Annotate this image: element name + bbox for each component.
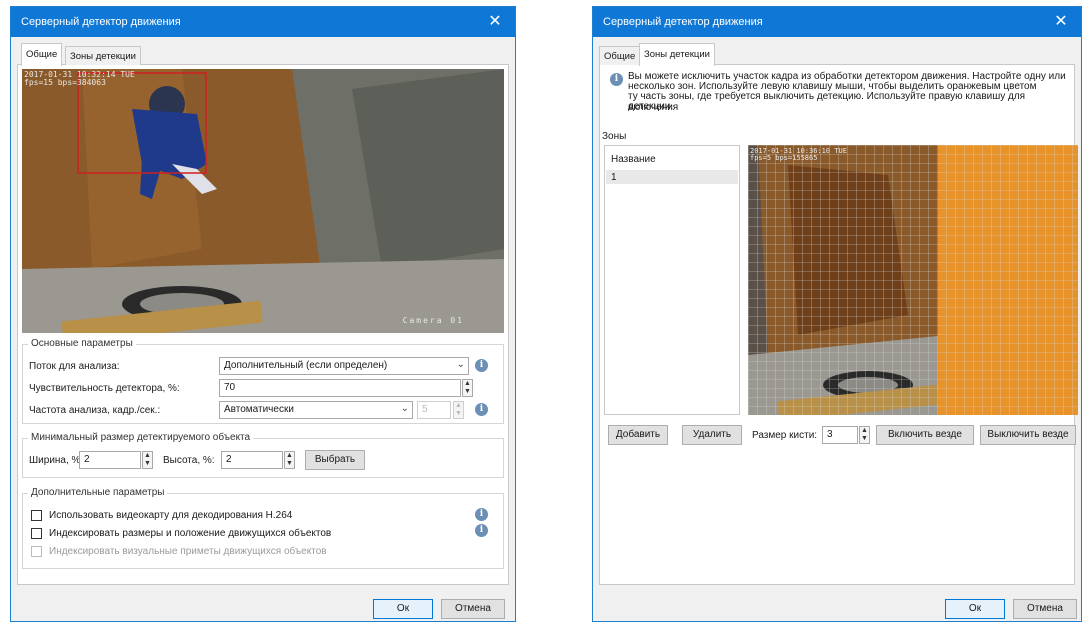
zone-editor-image[interactable]: 2017-01-31 10:36:10 TUE fps=5 bps=155865 xyxy=(748,145,1078,415)
add-zone-button[interactable]: Добавить xyxy=(608,425,668,445)
basic-params-group: Основные параметры Поток для анализа: До… xyxy=(22,338,504,424)
gpu-decode-checkbox[interactable] xyxy=(31,510,42,521)
zones-list[interactable]: Название 1 xyxy=(604,145,740,415)
stream-select[interactable]: Дополнительный (если определен) ⌄ xyxy=(219,357,469,375)
group-title: Основные параметры xyxy=(28,338,136,349)
cancel-button[interactable]: Отмена xyxy=(441,599,505,619)
info-icon: i xyxy=(610,73,623,86)
camera-stats: fps=15 bps=384063 xyxy=(24,78,106,87)
disable-all-button[interactable]: Выключить везде xyxy=(980,425,1076,445)
group-title: Дополнительные параметры xyxy=(28,487,168,498)
title-bar: Серверный детектор движения ✕ xyxy=(593,7,1081,37)
camera-scene xyxy=(22,69,504,333)
list-header: Название xyxy=(611,154,656,165)
width-label: Ширина, %: xyxy=(29,455,84,466)
chevron-down-icon: ⌄ xyxy=(456,359,465,370)
min-size-group: Минимальный размер детектируемого объект… xyxy=(22,432,504,478)
info-icon[interactable]: i xyxy=(475,524,488,537)
ok-button[interactable]: Ок xyxy=(373,599,433,619)
sensitivity-label: Чувствительность детектора, %: xyxy=(29,383,180,394)
motion-detector-dialog-zones: Серверный детектор движения ✕ Общие Зоны… xyxy=(592,6,1082,622)
general-panel: 2017-01-31 10:32:14 TUE fps=15 bps=38406… xyxy=(17,65,509,585)
list-item[interactable]: 1 xyxy=(606,170,738,184)
group-title: Минимальный размер детектируемого объект… xyxy=(28,432,254,443)
height-spinner[interactable]: ▲ ▼ xyxy=(284,451,295,469)
window-title: Серверный детектор движения xyxy=(603,16,763,28)
tab-detection-zones[interactable]: Зоны детекции xyxy=(65,46,141,65)
brush-size-spinner[interactable]: ▲ ▼ xyxy=(859,426,870,444)
enable-all-button[interactable]: Включить везде xyxy=(876,425,974,445)
frequency-label: Частота анализа, кадр./сек.: xyxy=(29,405,161,416)
info-icon[interactable]: i xyxy=(475,508,488,521)
motion-detector-dialog-general: Серверный детектор движения ✕ Общие Зоны… xyxy=(10,6,516,622)
select-button[interactable]: Выбрать xyxy=(305,450,365,470)
frequency-number-input[interactable]: 5 xyxy=(417,401,451,419)
tab-general[interactable]: Общие xyxy=(21,43,63,66)
index-features-label: Индексировать визуальные приметы движущи… xyxy=(49,546,327,557)
info-icon[interactable]: i xyxy=(475,359,488,372)
camera-stats: fps=5 bps=155865 xyxy=(750,154,818,162)
brush-size-input[interactable]: 3 xyxy=(822,426,858,444)
sensitivity-spinner[interactable]: ▲ ▼ xyxy=(462,379,473,397)
index-positions-label: Индексировать размеры и положение движущ… xyxy=(49,528,332,539)
frequency-select[interactable]: Автоматически ⌄ xyxy=(219,401,413,419)
stream-label: Поток для анализа: xyxy=(29,361,120,372)
brush-size-label: Размер кисти: xyxy=(752,430,818,441)
frequency-spinner[interactable]: ▲ ▼ xyxy=(453,401,464,419)
index-positions-checkbox[interactable] xyxy=(31,528,42,539)
frequency-value: Автоматически xyxy=(224,404,294,415)
info-icon[interactable]: i xyxy=(475,403,488,416)
tab-strip: Общие Зоны детекции xyxy=(17,43,509,66)
info-text-line3: ту часть зоны, где требуется выключить д… xyxy=(628,91,1026,113)
title-bar: Серверный детектор движения ✕ xyxy=(11,7,515,37)
info-text-line4: детекции. xyxy=(628,101,674,112)
tab-general[interactable]: Общие xyxy=(599,46,641,65)
camera-label: Camera 01 xyxy=(402,316,464,325)
zones-panel: i Вы можете исключить участок кадра из о… xyxy=(599,65,1078,585)
width-spinner[interactable]: ▲ ▼ xyxy=(142,451,153,469)
tab-detection-zones[interactable]: Зоны детекции xyxy=(639,43,715,66)
sensitivity-input[interactable]: 70 xyxy=(219,379,461,397)
width-input[interactable]: 2 xyxy=(79,451,141,469)
stream-value: Дополнительный (если определен) xyxy=(224,360,388,371)
camera-preview: 2017-01-31 10:32:14 TUE fps=15 bps=38406… xyxy=(22,69,504,333)
cancel-button[interactable]: Отмена xyxy=(1013,599,1077,619)
extra-params-group: Дополнительные параметры Использовать ви… xyxy=(22,487,504,569)
ok-button[interactable]: Ок xyxy=(945,599,1005,619)
height-label: Высота, %: xyxy=(163,455,215,466)
gpu-decode-label: Использовать видеокарту для декодировани… xyxy=(49,510,293,521)
zone-editor-scene xyxy=(748,145,1078,415)
index-features-checkbox[interactable] xyxy=(31,546,42,557)
chevron-down-icon: ⌄ xyxy=(400,403,409,414)
tab-strip: Общие Зоны детекции xyxy=(599,43,1075,66)
window-title: Серверный детектор движения xyxy=(21,16,181,28)
delete-zone-button[interactable]: Удалить xyxy=(682,425,742,445)
close-icon[interactable]: ✕ xyxy=(475,7,515,37)
zones-label: Зоны xyxy=(602,131,627,142)
close-icon[interactable]: ✕ xyxy=(1041,7,1081,37)
height-input[interactable]: 2 xyxy=(221,451,283,469)
